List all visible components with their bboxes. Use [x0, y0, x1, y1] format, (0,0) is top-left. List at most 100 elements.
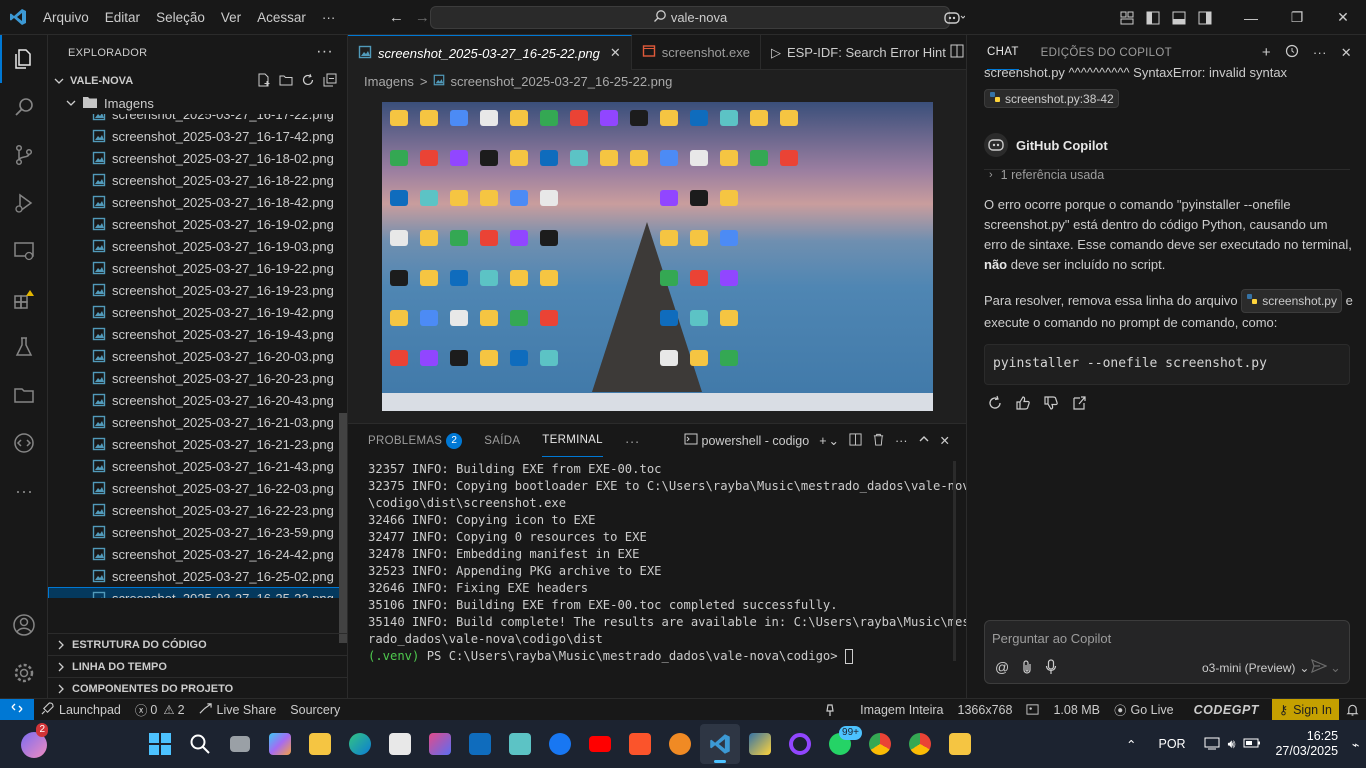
file-row[interactable]: screenshot_2025-03-27_16-20-43.png [48, 389, 347, 411]
file-row[interactable]: screenshot_2025-03-27_16-19-03.png [48, 235, 347, 257]
orange-app-icon[interactable] [660, 724, 700, 764]
file-row[interactable]: screenshot_2025-03-27_16-17-22.png [48, 114, 347, 125]
file-row[interactable]: screenshot_2025-03-27_16-22-23.png [48, 499, 347, 521]
chrome-profile-icon[interactable] [860, 724, 900, 764]
thumbs-up-icon[interactable] [1015, 395, 1031, 414]
run-debug-icon[interactable] [0, 179, 48, 227]
close-window-button[interactable]: ✕ [1320, 0, 1366, 35]
thumbs-down-icon[interactable] [1043, 395, 1059, 414]
history-icon[interactable] [1285, 44, 1299, 62]
chat-more-icon[interactable]: ··· [1313, 45, 1327, 60]
new-folder-icon[interactable] [279, 73, 293, 90]
tab-output[interactable]: SAÍDA [484, 424, 520, 457]
taskbar-search-icon[interactable] [180, 724, 220, 764]
file-row[interactable]: screenshot_2025-03-27_16-19-02.png [48, 213, 347, 235]
customize-layout-icon[interactable] [1114, 0, 1140, 35]
pin-icon[interactable] [817, 699, 843, 721]
file-row[interactable]: screenshot_2025-03-27_16-18-22.png [48, 169, 347, 191]
show-hidden-icons-icon[interactable]: ⌃ [1126, 737, 1136, 752]
section-timeline[interactable]: LINHA DO TEMPO [48, 655, 348, 677]
menu-editar[interactable]: Editar [97, 0, 148, 35]
root-folder-row[interactable]: VALE-NOVA [48, 70, 347, 92]
search-view-icon[interactable] [0, 83, 48, 131]
file-row[interactable]: screenshot_2025-03-27_16-21-03.png [48, 411, 347, 433]
references-used[interactable]: › 1 referência usada [989, 168, 1104, 182]
volume-icon[interactable]: 🔊︎ [1228, 737, 1236, 752]
obs-icon[interactable] [780, 724, 820, 764]
explorer-icon[interactable] [0, 35, 48, 83]
file-row[interactable]: screenshot_2025-03-27_16-25-02.png [48, 565, 347, 587]
file-row[interactable]: screenshot_2025-03-27_16-19-43.png [48, 323, 347, 345]
whatsapp-icon[interactable]: 99+ [820, 724, 862, 764]
back-arrow-icon[interactable]: ← [383, 9, 409, 26]
remote-explorer-icon[interactable] [0, 227, 48, 275]
m365-icon[interactable] [420, 724, 460, 764]
file-row[interactable]: screenshot_2025-03-27_16-20-23.png [48, 367, 347, 389]
youtube-icon[interactable] [580, 724, 620, 764]
toggle-secondary-sidebar-icon[interactable] [1192, 0, 1218, 35]
reference-chip[interactable]: screenshot.py:38-42 [984, 89, 1119, 108]
file-row[interactable]: screenshot_2025-03-27_16-21-43.png [48, 455, 347, 477]
codegpt-icon[interactable] [0, 419, 48, 467]
mention-icon[interactable]: @ [995, 659, 1009, 678]
task-view-icon[interactable] [220, 724, 260, 764]
split-editor-icon[interactable] [950, 44, 964, 61]
tab-screenshot-exe[interactable]: screenshot.exe [632, 35, 761, 70]
chat-input-box[interactable]: Perguntar ao Copilot @ o3-mini (Preview)… [984, 620, 1350, 684]
attach-icon[interactable] [1021, 659, 1033, 678]
file-row[interactable]: screenshot_2025-03-27_16-18-42.png [48, 191, 347, 213]
cmd-icon[interactable] [940, 724, 980, 764]
terminal-name[interactable]: powershell - codigo [702, 434, 810, 448]
microsoft-store-icon[interactable] [380, 724, 420, 764]
remote-indicator[interactable] [0, 698, 34, 721]
more-views-icon[interactable]: ··· [0, 467, 48, 515]
file-row[interactable]: screenshot_2025-03-27_16-18-02.png [48, 147, 347, 169]
command-center-search[interactable]: vale-nova [430, 6, 950, 29]
retry-icon[interactable] [987, 395, 1003, 414]
tab-problems[interactable]: PROBLEMAS 2 [368, 424, 463, 457]
chrome-icon[interactable] [900, 724, 940, 764]
file-row[interactable]: screenshot_2025-03-27_16-19-22.png [48, 257, 347, 279]
send-button[interactable]: ⌄ [1311, 658, 1341, 676]
battery-icon[interactable] [1243, 737, 1261, 752]
terminal-prompt[interactable]: (.venv) PS C:\Users\rayba\Music\mestrado… [368, 648, 953, 665]
outlook-icon[interactable] [460, 724, 500, 764]
refresh-explorer-icon[interactable] [301, 73, 315, 90]
new-file-icon[interactable] [257, 73, 271, 90]
collapse-all-icon[interactable] [323, 73, 337, 90]
file-row[interactable]: screenshot_2025-03-27_16-17-42.png [48, 125, 347, 147]
go-live-item[interactable]: ⦿ Go Live [1107, 699, 1181, 721]
trash-icon[interactable] [872, 433, 885, 449]
notifications-bell-icon[interactable] [1339, 699, 1366, 721]
file-row[interactable]: screenshot_2025-03-27_16-19-23.png [48, 279, 347, 301]
file-row[interactable]: screenshot_2025-03-27_16-21-23.png [48, 433, 347, 455]
terminal-scrollbar[interactable] [953, 461, 956, 661]
tab-esp-idf-hint[interactable]: ▷ ESP-IDF: Search Error Hint [761, 35, 950, 70]
project-manager-icon[interactable] [0, 371, 48, 419]
breadcrumb-file[interactable]: screenshot_2025-03-27_16-25-22.png [450, 74, 672, 89]
section-outline[interactable]: ESTRUTURA DO CÓDIGO [48, 633, 348, 655]
restore-button[interactable]: ❐ [1274, 0, 1320, 35]
copilot-widget-icon[interactable]: 2 [14, 723, 54, 765]
file-row[interactable]: screenshot_2025-03-27_16-20-03.png [48, 345, 347, 367]
wifi-icon[interactable] [1204, 736, 1220, 753]
breadcrumb-folder[interactable]: Imagens [364, 74, 414, 89]
file-row[interactable]: screenshot_2025-03-27_16-22-03.png [48, 477, 347, 499]
panel-more-button[interactable]: ··· [625, 424, 640, 457]
live-share-item[interactable]: Live Share [192, 699, 284, 721]
microphone-icon[interactable] [1045, 659, 1057, 678]
accounts-icon[interactable] [0, 601, 48, 649]
file-row[interactable]: screenshot_2025-03-27_16-19-42.png [48, 301, 347, 323]
new-terminal-icon[interactable]: + [819, 434, 826, 448]
tab-close-icon[interactable]: ✕ [610, 45, 621, 61]
terminal-dropdown-icon[interactable]: ⌄ [829, 433, 839, 448]
problems-status[interactable]: ⓧ 0 ⚠ 2 [128, 699, 192, 721]
file-row[interactable]: screenshot_2025-03-27_16-23-59.png [48, 521, 347, 543]
close-chat-icon[interactable]: ✕ [1341, 45, 1352, 61]
notifications-icon[interactable]: ⌁ [1352, 737, 1360, 752]
file-row[interactable]: screenshot_2025-03-27_16-24-42.png [48, 543, 347, 565]
file-chip[interactable]: screenshot.py [1241, 289, 1342, 313]
facebook-icon[interactable] [540, 724, 580, 764]
menu-selecao[interactable]: Seleção [148, 0, 213, 35]
settings-gear-icon[interactable] [0, 649, 48, 697]
